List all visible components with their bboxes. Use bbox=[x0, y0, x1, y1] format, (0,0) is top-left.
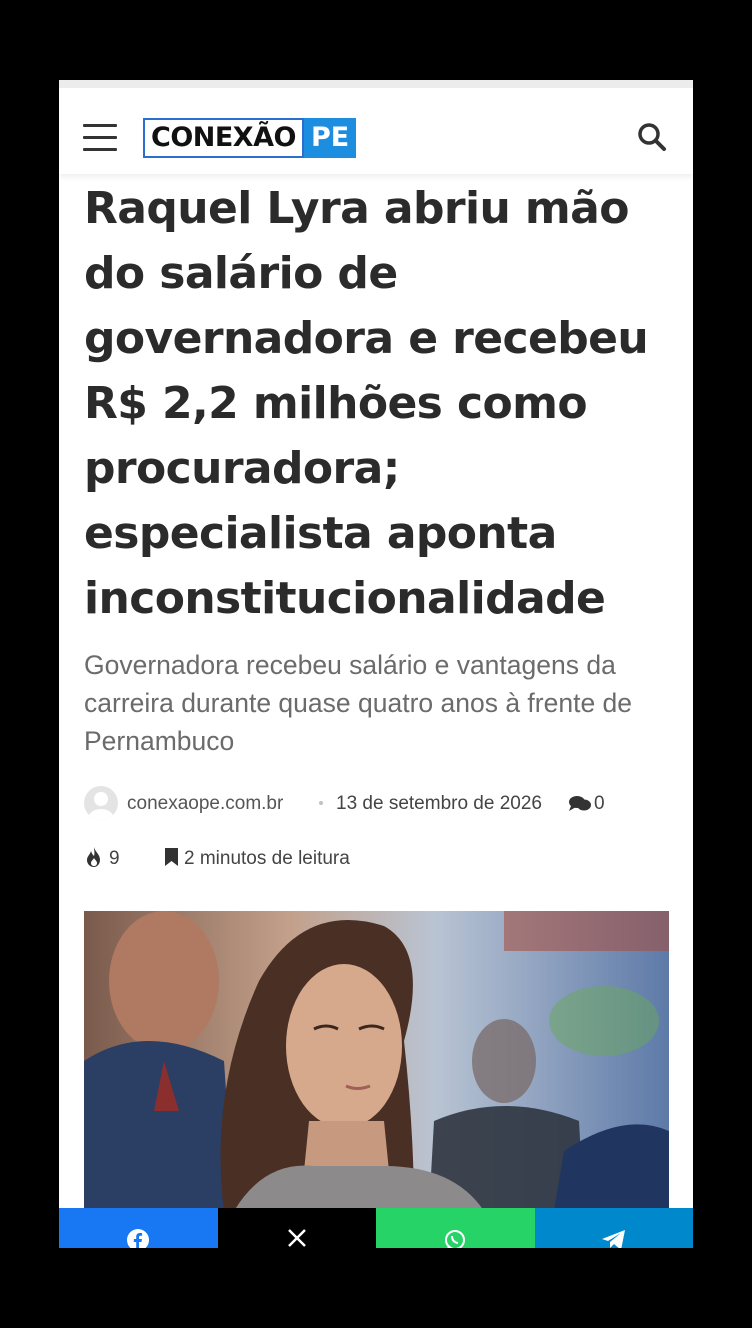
featured-photo bbox=[84, 911, 669, 1211]
site-logo[interactable]: CONEXÃO PE bbox=[143, 118, 357, 158]
facebook-icon bbox=[127, 1229, 150, 1248]
author-avatar[interactable] bbox=[84, 786, 118, 820]
share-telegram-button[interactable] bbox=[534, 1208, 693, 1248]
share-whatsapp-button[interactable] bbox=[376, 1208, 535, 1248]
logo-badge: PE bbox=[303, 118, 357, 158]
avatar-icon bbox=[88, 792, 114, 820]
hamburger-menu-icon[interactable] bbox=[83, 124, 117, 151]
x-icon bbox=[287, 1229, 306, 1247]
article-featured-image[interactable] bbox=[84, 911, 669, 1211]
read-time: 2 minutos de leitura bbox=[184, 848, 350, 869]
author-link[interactable]: conexaope.com.br bbox=[127, 793, 283, 815]
logo-text: CONEXÃO bbox=[143, 118, 304, 158]
article-meta: conexaope.com.br 13 de setembro de 2026 … bbox=[84, 786, 674, 820]
fire-icon bbox=[87, 847, 100, 867]
phone-screen: CONEXÃO PE Raquel Lyra abriu mão do salá… bbox=[59, 80, 693, 1248]
site-header: CONEXÃO PE bbox=[59, 80, 693, 174]
article-subtitle: Governadora recebeu salário e vantagens … bbox=[84, 650, 633, 756]
telegram-icon bbox=[601, 1230, 625, 1248]
article-stats: 9 2 minutos de leitura bbox=[84, 844, 484, 872]
meta-separator bbox=[319, 801, 323, 805]
share-x-button[interactable] bbox=[217, 1208, 376, 1248]
comments-count[interactable]: 0 bbox=[594, 793, 605, 815]
views-count: 9 bbox=[109, 848, 120, 869]
search-icon[interactable] bbox=[637, 122, 667, 152]
share-bar bbox=[59, 1208, 693, 1248]
publish-date: 13 de setembro de 2026 bbox=[336, 793, 542, 814]
share-facebook-button[interactable] bbox=[59, 1208, 218, 1248]
bookmark-icon bbox=[165, 848, 178, 866]
article-title: Raquel Lyra abriu mão do salário de gove… bbox=[84, 183, 649, 624]
whatsapp-icon bbox=[445, 1230, 466, 1248]
comments-icon[interactable] bbox=[568, 795, 592, 813]
